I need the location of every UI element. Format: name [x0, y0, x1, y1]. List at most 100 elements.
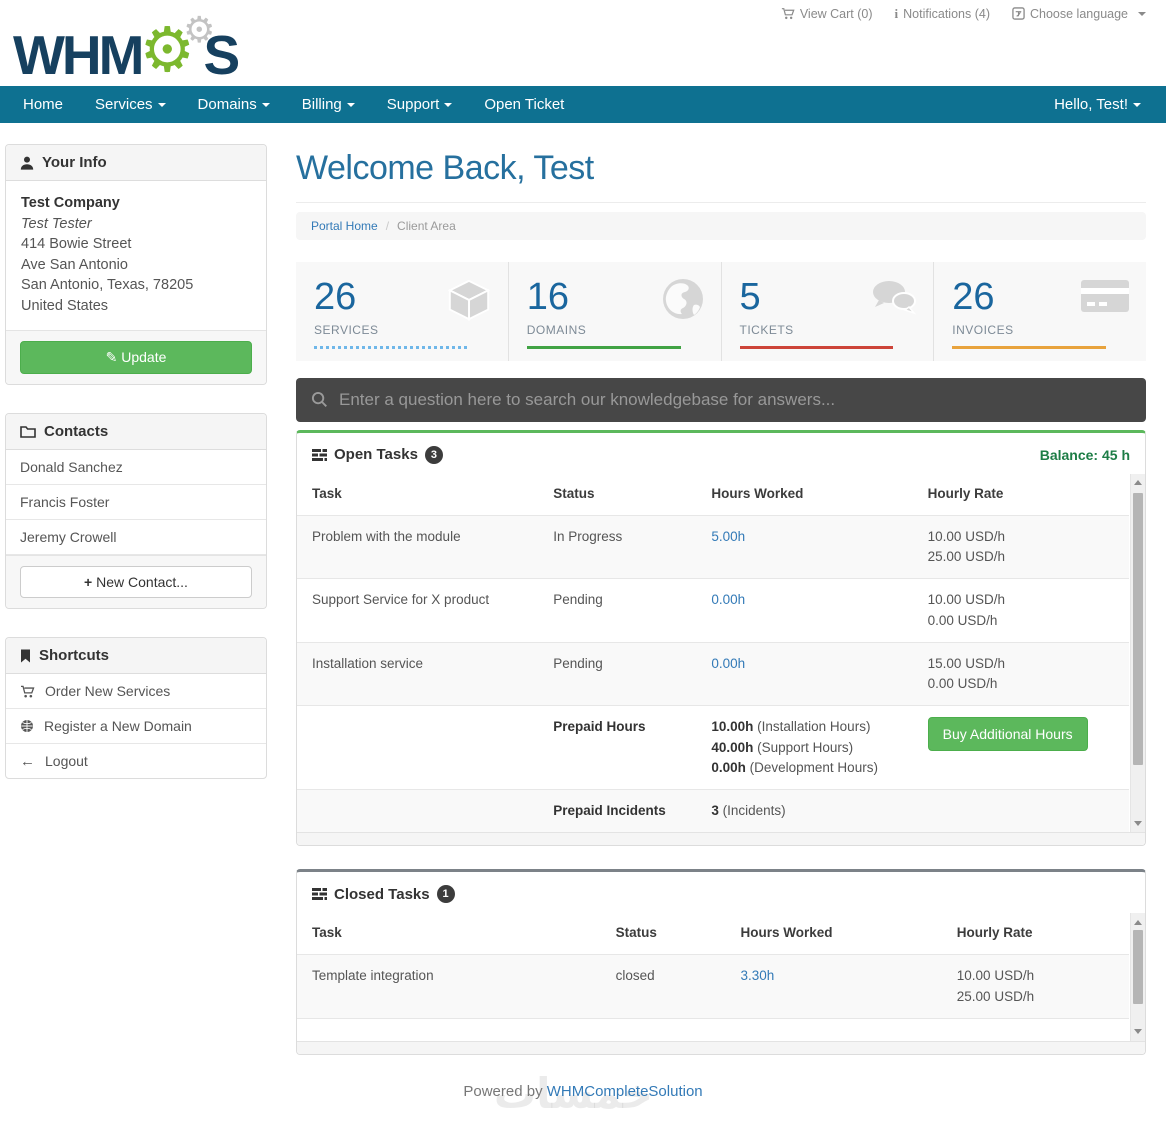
plus-icon: + [84, 574, 92, 590]
nav-domains-label: Domains [198, 96, 257, 113]
scroll-up-arrow[interactable] [1131, 915, 1145, 929]
shortcuts-header: Shortcuts [6, 638, 266, 674]
shortcuts-panel: Shortcuts Order New Services Register a … [5, 637, 267, 779]
page-title: Welcome Back, Test [296, 149, 1146, 188]
view-cart-link[interactable]: View Cart (0) [781, 7, 873, 21]
prepaid-desc: (Incidents) [723, 803, 786, 818]
open-tasks-count-badge: 3 [425, 446, 443, 464]
rate-line: 0.00 USD/h [928, 674, 1121, 694]
col-hourly-rate: Hourly Rate [913, 474, 1129, 516]
title-divider [296, 202, 1146, 203]
search-icon [311, 391, 328, 408]
closed-tasks-title: Closed Tasks [334, 886, 430, 903]
prepaid-hours-row: Prepaid Hours 10.00h (Installation Hours… [297, 706, 1129, 790]
update-button[interactable]: ✎ Update [20, 341, 252, 374]
task-status: Pending [538, 642, 696, 706]
task-hours-link[interactable]: 3.30h [740, 968, 774, 983]
task-hours-link[interactable]: 0.00h [711, 592, 745, 607]
contact-list-item[interactable]: Jeremy Crowell [6, 520, 266, 555]
rate-line: 10.00 USD/h [928, 527, 1121, 547]
nav-item-billing[interactable]: Billing [286, 86, 371, 123]
chevron-down-icon [158, 103, 166, 107]
sidebar: Your Info Test Company Test Tester 414 B… [5, 129, 267, 1055]
nav-item-support[interactable]: Support [371, 86, 469, 123]
shortcuts-title: Shortcuts [39, 647, 109, 664]
scrollbar-thumb[interactable] [1133, 493, 1143, 765]
closed-tasks-header: Closed Tasks 1 [297, 872, 1145, 913]
domains-label: DOMAINS [527, 323, 703, 337]
site-footer: خمسات Powered by WHMCompleteSolution [0, 1075, 1166, 1109]
prepaid-incidents-row: Prepaid Incidents 3 (Incidents) [297, 790, 1129, 833]
prepaid-desc: (Installation Hours) [757, 719, 870, 734]
prepaid-hours-values: 10.00h (Installation Hours) 40.00h (Supp… [696, 706, 912, 790]
prepaid-value: 0.00h [711, 760, 746, 775]
your-info-footer: ✎ Update [6, 330, 266, 384]
task-status: Pending [538, 579, 696, 643]
closed-tasks-count-badge: 1 [437, 885, 455, 903]
invoices-accent-bar [952, 346, 1106, 349]
nav-item-services[interactable]: Services [79, 86, 182, 123]
scrollbar-thumb[interactable] [1133, 930, 1143, 1004]
table-row: Installation service Pending 0.00h 15.00… [297, 642, 1129, 706]
language-icon [1012, 7, 1025, 20]
main-navbar: Home Services Domains Billing Support Op… [0, 86, 1166, 123]
rate-line: 25.00 USD/h [957, 987, 1121, 1007]
user-icon [20, 156, 34, 170]
stat-services[interactable]: 26 SERVICES [296, 262, 508, 361]
user-menu[interactable]: Hello, Test! [1038, 86, 1166, 123]
nav-item-open-ticket[interactable]: Open Ticket [468, 86, 580, 123]
open-tasks-header: Open Tasks 3 Balance: 45 h [297, 433, 1145, 474]
breadcrumb-portal-home[interactable]: Portal Home [311, 219, 378, 233]
nav-right: Hello, Test! [1038, 86, 1166, 123]
tasks-icon [312, 887, 327, 901]
nav-item-domains[interactable]: Domains [182, 86, 286, 123]
arrow-left-icon: ← [20, 754, 35, 769]
rate-line: 10.00 USD/h [928, 590, 1121, 610]
contact-list-item[interactable]: Donald Sanchez [6, 450, 266, 485]
whmcs-logo[interactable]: WHM⚙⚙S [13, 24, 237, 86]
view-cart-label: View Cart (0) [800, 7, 873, 21]
task-rate: 10.00 USD/h 0.00 USD/h [913, 579, 1129, 643]
stat-invoices[interactable]: 26 INVOICES [933, 262, 1146, 361]
nav-home-label: Home [23, 96, 63, 113]
scrollbar [1130, 474, 1145, 833]
new-contact-button[interactable]: + New Contact... [20, 566, 252, 598]
stat-domains[interactable]: 16 DOMAINS [508, 262, 721, 361]
contacts-panel: Contacts Donald Sanchez Francis Foster J… [5, 413, 267, 609]
shortcut-order-new-services[interactable]: Order New Services [6, 674, 266, 709]
table-row: Template integration closed 3.30h 10.00 … [297, 955, 1129, 1019]
stats-row: 26 SERVICES 16 DOMAINS 5 TICKETS [296, 262, 1146, 361]
shortcut-register-domain[interactable]: Register a New Domain [6, 709, 266, 744]
chevron-down-icon [347, 103, 355, 107]
nav-item-home[interactable]: Home [0, 86, 79, 123]
contact-list-item[interactable]: Francis Foster [6, 485, 266, 520]
notifications-label: Notifications (4) [903, 7, 990, 21]
kb-search-input[interactable] [339, 390, 1131, 410]
header: WHM⚙⚙S [0, 22, 1166, 86]
scroll-up-arrow[interactable] [1131, 476, 1145, 490]
whmcompletesolution-link[interactable]: WHMCompleteSolution [547, 1083, 703, 1100]
task-hours-link[interactable]: 0.00h [711, 656, 745, 671]
shortcut-logout[interactable]: ← Logout [6, 744, 266, 778]
language-menu[interactable]: Choose language [1012, 7, 1146, 21]
col-hours-worked: Hours Worked [696, 474, 912, 516]
table-row: Support Service for X product Pending 0.… [297, 579, 1129, 643]
col-hourly-rate: Hourly Rate [942, 913, 1129, 955]
notifications-link[interactable]: i Notifications (4) [895, 6, 990, 22]
buy-additional-hours-button[interactable]: Buy Additional Hours [928, 717, 1088, 751]
pencil-icon: ✎ [106, 349, 118, 365]
chevron-down-icon [262, 103, 270, 107]
scroll-down-arrow[interactable] [1131, 816, 1145, 830]
contacts-header: Contacts [6, 414, 266, 450]
stat-tickets[interactable]: 5 TICKETS [721, 262, 934, 361]
tickets-label: TICKETS [740, 323, 916, 337]
main-content: Welcome Back, Test Portal Home / Client … [296, 129, 1146, 1055]
empty-row [297, 1018, 1129, 1041]
prepaid-value: 40.00h [711, 740, 753, 755]
your-info-title: Your Info [42, 154, 107, 171]
cart-icon [20, 685, 35, 698]
rate-line: 10.00 USD/h [957, 966, 1121, 986]
task-hours-link[interactable]: 5.00h [711, 529, 745, 544]
cart-icon [781, 7, 795, 20]
powered-by: Powered by WHMCompleteSolution [463, 1083, 702, 1100]
